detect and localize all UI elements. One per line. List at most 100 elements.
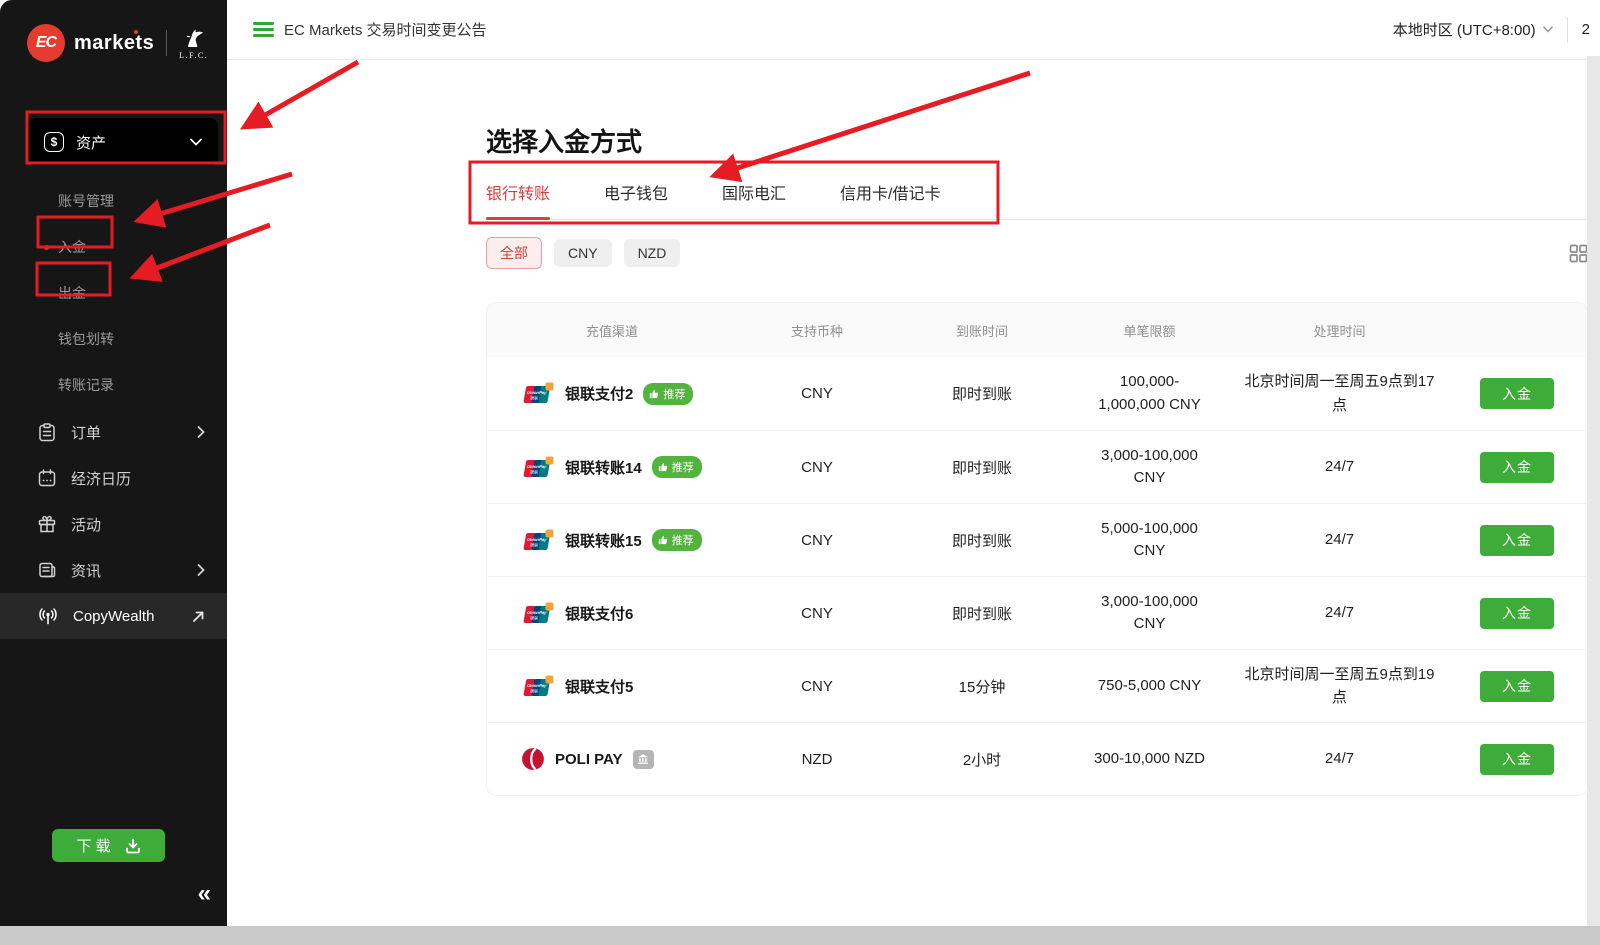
badge-label: 推荐 — [672, 532, 694, 548]
tab-e-wallet[interactable]: 电子钱包 — [604, 180, 668, 219]
ec-markets-logo-icon: EC — [27, 24, 65, 62]
recommend-badge: 推荐 — [643, 383, 693, 405]
svg-text:UnionPay: UnionPay — [527, 464, 548, 469]
column-header: 支持币种 — [791, 321, 843, 340]
svg-text:UnionPay: UnionPay — [527, 537, 548, 542]
main-content: 选择入金方式 银行转账 电子钱包 国际电汇 信用卡/借记卡 全部 CNY NZD — [486, 60, 1588, 796]
unionpay-icon: UnionPay 银联 — [521, 456, 555, 479]
per-transaction-limit: 750-5,000 CNY — [1098, 675, 1201, 698]
supported-currency: NZD — [802, 751, 833, 768]
column-header: 充值渠道 — [586, 321, 638, 340]
deposit-button[interactable]: 入金 — [1480, 598, 1554, 629]
lfc-logo: L.F.C. — [179, 26, 208, 60]
svg-text:UnionPay: UnionPay — [527, 610, 548, 615]
sidebar-item-label: 资产 — [76, 132, 106, 153]
sidebar-item-wallet-transfer[interactable]: 钱包划转 — [0, 316, 227, 362]
tab-international-wire[interactable]: 国际电汇 — [722, 180, 786, 219]
sidebar-item-orders[interactable]: 订单 — [0, 409, 227, 455]
currency-filters: 全部 CNY NZD — [486, 237, 1588, 269]
logo-divider — [166, 30, 167, 56]
broadcast-icon — [38, 607, 58, 625]
sidebar-nav: 资产 账号管理 入金 出金 钱包划转 — [0, 118, 227, 639]
sidebar-item-account-management[interactable]: 账号管理 — [0, 178, 227, 224]
tab-credit-debit-card[interactable]: 信用卡/借记卡 — [840, 180, 940, 219]
arrival-time: 即时到账 — [952, 383, 1012, 404]
app-window: EC markets L.F.C. 资产 账号管理 — [0, 0, 1600, 945]
arrival-time: 即时到账 — [952, 603, 1012, 624]
sidebar-item-news[interactable]: 资讯 — [0, 547, 227, 593]
processing-time: 24/7 — [1325, 455, 1354, 478]
supported-currency: CNY — [801, 385, 833, 402]
column-header: 处理时间 — [1313, 321, 1365, 340]
deposit-method-tabs: 银行转账 电子钱包 国际电汇 信用卡/借记卡 — [486, 180, 1588, 220]
supported-currency: CNY — [801, 605, 833, 622]
table-row: POLI PAY NZD 2小时 300-10,000 NZD 24/7 入金 — [487, 722, 1587, 795]
processing-time: 北京时间周一至周五9点到17点 — [1240, 370, 1440, 417]
topbar-divider — [1567, 17, 1568, 43]
table-row: UnionPay 银联 银联支付6 CNY 即时到账 3,000-100,000… — [487, 576, 1587, 649]
poli-icon — [521, 747, 545, 771]
unionpay-icon: UnionPay 银联 — [521, 675, 555, 698]
filter-cny[interactable]: CNY — [554, 239, 612, 267]
sidebar-item-deposit[interactable]: 入金 — [0, 224, 227, 270]
grid-view-toggle[interactable] — [1569, 244, 1588, 263]
sidebar-item-label: 订单 — [71, 422, 101, 443]
processing-time: 24/7 — [1325, 528, 1354, 551]
per-transaction-limit: 3,000-100,000 CNY — [1087, 445, 1212, 490]
news-icon — [38, 561, 56, 579]
table-row: UnionPay 银联 银联支付5 CNY 15分钟 750-5,000 CNY… — [487, 649, 1587, 722]
processing-time: 北京时间周一至周五9点到19点 — [1240, 663, 1440, 710]
sidebar-item-label: 资讯 — [71, 560, 101, 581]
sidebar-item-promotions[interactable]: 活动 — [0, 501, 227, 547]
download-button[interactable]: 下载 — [52, 829, 165, 862]
brand-name: markets — [74, 32, 154, 55]
per-transaction-limit: 100,000-1,000,000 CNY — [1087, 371, 1212, 416]
table-row: UnionPay 银联 银联转账15 推荐 CNY 即时到账 — [487, 503, 1587, 576]
lfc-label: L.F.C. — [179, 51, 208, 60]
tab-bank-transfer[interactable]: 银行转账 — [486, 180, 550, 219]
datetime-text: 2 — [1582, 21, 1590, 38]
assets-submenu: 账号管理 入金 出金 钱包划转 转账记录 — [0, 178, 227, 408]
sidebar-item-economic-calendar[interactable]: 经济日历 — [0, 455, 227, 501]
svg-text:银联: 银联 — [530, 687, 539, 693]
channel-name: 银联转账15 — [565, 530, 642, 551]
per-transaction-limit: 5,000-100,000 CNY — [1087, 518, 1212, 563]
svg-text:银联: 银联 — [530, 395, 539, 401]
filter-all[interactable]: 全部 — [486, 237, 542, 269]
deposit-channels-table: 充值渠道 支持币种 到账时间 单笔限额 处理时间 UnionPay — [486, 302, 1588, 796]
sidebar-item-transfer-records[interactable]: 转账记录 — [0, 362, 227, 408]
sidebar-item-label: 转账记录 — [58, 375, 114, 395]
timezone-label: 本地时区 (UTC+8:00) — [1393, 19, 1536, 40]
filter-nzd[interactable]: NZD — [624, 239, 681, 267]
grid-icon — [1569, 244, 1588, 263]
deposit-button[interactable]: 入金 — [1480, 452, 1554, 483]
sidebar-item-copywealth[interactable]: CopyWealth — [0, 593, 227, 639]
chevron-down-icon — [1543, 26, 1553, 33]
supported-currency: CNY — [801, 459, 833, 476]
announcement-text: EC Markets 交易时间变更公告 — [284, 19, 487, 40]
recommend-badge: 推荐 — [652, 529, 702, 551]
supported-currency: CNY — [801, 678, 833, 695]
right-edge-strip — [1587, 56, 1600, 926]
assets-dollar-icon — [44, 132, 64, 152]
deposit-button[interactable]: 入金 — [1480, 744, 1554, 775]
deposit-button[interactable]: 入金 — [1480, 671, 1554, 702]
collapse-sidebar-button[interactable] — [198, 882, 211, 906]
sidebar-item-label: 活动 — [71, 514, 101, 535]
column-header: 到账时间 — [956, 321, 1008, 340]
chevron-down-icon — [190, 138, 202, 146]
deposit-button[interactable]: 入金 — [1480, 378, 1554, 409]
chevron-right-icon — [197, 564, 205, 576]
sidebar-item-label: 钱包划转 — [58, 329, 114, 349]
sidebar-item-assets[interactable]: 资产 — [28, 118, 218, 166]
thumbs-up-icon — [649, 389, 659, 399]
sidebar-item-label: 经济日历 — [71, 468, 131, 489]
sidebar-item-withdraw[interactable]: 出金 — [0, 270, 227, 316]
recommend-badge: 推荐 — [652, 456, 702, 478]
deposit-button[interactable]: 入金 — [1480, 525, 1554, 556]
announcement-banner[interactable]: EC Markets 交易时间变更公告 — [253, 19, 487, 40]
bottom-edge-strip — [0, 926, 1600, 945]
timezone-selector[interactable]: 本地时区 (UTC+8:00) — [1393, 19, 1553, 40]
sidebar-item-label: 出金 — [58, 283, 86, 303]
clipboard-icon — [38, 423, 56, 442]
